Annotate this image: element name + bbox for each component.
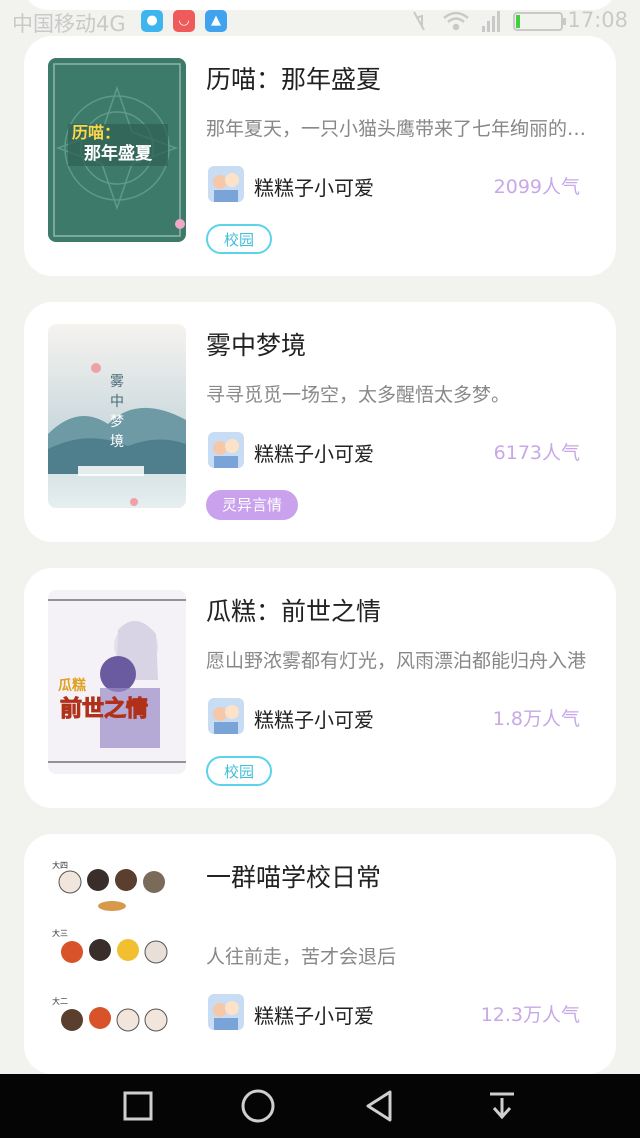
clock: 17:08 — [567, 8, 628, 32]
svg-text:梦: 梦 — [110, 414, 124, 430]
svg-text:前世之情: 前世之情 — [60, 696, 148, 722]
author-avatar — [208, 698, 244, 734]
svg-text:大三: 大三 — [52, 928, 68, 938]
genre-tag[interactable]: 灵异言情 — [206, 490, 299, 520]
book-description: 那年夏天，一只小猫头鹰带来了七年绚丽的时光 — [206, 118, 598, 140]
system-status-icons — [413, 11, 566, 32]
popularity-count: 1.8万人气 — [492, 708, 580, 730]
author-name[interactable]: 糕糕子小可爱 — [254, 438, 374, 467]
svg-text:中: 中 — [110, 394, 124, 410]
carrier-label: 中国移动4G — [12, 12, 126, 36]
notification-button[interactable] — [484, 1088, 520, 1124]
wifi-icon — [443, 11, 469, 31]
book-cover-image[interactable]: 瓜糕 前世之情 — [48, 590, 186, 774]
signal-icon — [482, 11, 500, 32]
book-cover-image[interactable]: 大四 大三 大二 — [48, 856, 186, 1040]
app-screen: 中国移动4G ● ◡ ▲ 17:08 历喵： 那年盛夏 历喵：那年盛夏 那年夏天… — [0, 0, 640, 1138]
book-description: 愿山野浓雾都有灯光，风雨漂泊都能归舟入港 — [206, 650, 587, 672]
book-card[interactable]: 雾 中 梦 境 雾中梦境 寻寻觅觅一场空，太多醒悟太多梦。 糕糕子小可爱 617… — [24, 302, 616, 542]
shop-app-icon: ◡ — [173, 10, 195, 32]
gallery-app-icon: ▲ — [205, 10, 227, 32]
genre-tag[interactable]: 校园 — [206, 756, 273, 786]
recent-apps-button[interactable] — [120, 1088, 156, 1124]
book-description: 寻寻觅觅一场空，太多醒悟太多梦。 — [206, 384, 511, 406]
svg-text:瓜糕: 瓜糕 — [58, 677, 86, 694]
svg-text:那年盛夏: 那年盛夏 — [84, 143, 153, 164]
author-avatar — [208, 994, 244, 1030]
genre-tag[interactable]: 校园 — [206, 224, 273, 254]
location-app-icon: ● — [141, 10, 163, 32]
mute-icon — [413, 11, 425, 31]
book-cover-image[interactable]: 雾 中 梦 境 — [48, 324, 186, 508]
popularity-count: 12.3万人气 — [480, 1004, 580, 1026]
svg-text:大四: 大四 — [52, 860, 68, 870]
popularity-count: 2099人气 — [493, 176, 580, 198]
author-avatar — [208, 432, 244, 468]
home-button[interactable] — [240, 1088, 276, 1124]
svg-text:境: 境 — [110, 434, 124, 450]
book-description: 人往前走，苦才会退后 — [206, 946, 397, 968]
book-title[interactable]: 一群喵学校日常 — [206, 858, 381, 894]
battery-icon — [513, 12, 566, 31]
book-card[interactable]: 瓜糕 前世之情 瓜糕：前世之情 愿山野浓雾都有灯光，风雨漂泊都能归舟入港 糕糕子… — [24, 568, 616, 808]
book-card[interactable]: 历喵： 那年盛夏 历喵：那年盛夏 那年夏天，一只小猫头鹰带来了七年绚丽的时光 糕… — [24, 36, 616, 276]
book-title[interactable]: 历喵：那年盛夏 — [206, 60, 381, 96]
author-name[interactable]: 糕糕子小可爱 — [254, 704, 374, 733]
back-button[interactable] — [362, 1088, 398, 1124]
svg-text:历喵：: 历喵： — [72, 123, 120, 142]
book-title[interactable]: 雾中梦境 — [206, 326, 306, 362]
svg-text:大二: 大二 — [52, 996, 68, 1006]
author-avatar — [208, 166, 244, 202]
book-title[interactable]: 瓜糕：前世之情 — [206, 592, 381, 628]
popularity-count: 6173人气 — [493, 442, 580, 464]
author-name[interactable]: 糕糕子小可爱 — [254, 1000, 374, 1029]
author-name[interactable]: 糕糕子小可爱 — [254, 172, 374, 201]
book-cover-image[interactable]: 历喵： 那年盛夏 — [48, 58, 186, 242]
system-navigation-bar — [0, 1074, 640, 1138]
status-bar: 中国移动4G ● ◡ ▲ 17:08 — [0, 0, 640, 40]
book-card[interactable]: 大四 大三 大二 一群喵学校日常 人往前走，苦才会退后 糕糕子小可爱 12.3万… — [24, 834, 616, 1074]
svg-text:雾: 雾 — [110, 374, 124, 390]
